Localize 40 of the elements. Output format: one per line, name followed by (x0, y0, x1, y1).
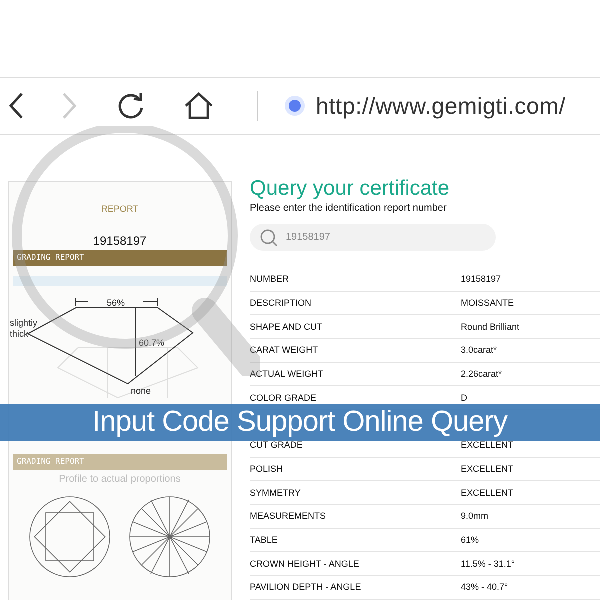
row-value: 11.5% - 31.1° (461, 558, 515, 569)
row-label: POLISH (250, 464, 284, 474)
row-value: 3.0carat* (461, 345, 498, 356)
row-value: 61% (461, 534, 480, 545)
row-value: EXCELLENT (461, 440, 514, 450)
row-label: TABLE (250, 534, 279, 545)
row-label: CROWN HEIGHT - ANGLE (250, 558, 360, 569)
page-subtitle: Please enter the identification report number (250, 203, 448, 214)
row-value: 2.26carat* (461, 369, 502, 380)
report-number: 19158197 (93, 234, 147, 248)
row-value: 9.0mm (461, 511, 489, 522)
row-label: SHAPE AND CUT (250, 322, 324, 332)
row-value: 19158197 (461, 274, 502, 284)
row-label: MEASUREMENTS (250, 511, 328, 522)
site-dot-icon (284, 95, 306, 117)
row-label: COLOR GRADE (250, 392, 318, 403)
row-label: SYMMETRY (250, 488, 302, 498)
address-bar-url[interactable]: http://www.gemigti.com/ (316, 92, 566, 120)
row-value: EXCELLENT (461, 488, 514, 498)
row-value: MOISSANTE (461, 298, 514, 308)
search-icon (260, 228, 278, 246)
row-value: EXCELLENT (461, 464, 514, 474)
page-title: Query your certificate (250, 177, 451, 201)
row-label: PAVILION DEPTH - ANGLE (250, 582, 362, 592)
row-label: DESCRIPTION (250, 298, 313, 308)
profile-caption: Profile to actual proportions (59, 474, 181, 485)
row-label: CARAT WEIGHT (250, 345, 320, 356)
row-label: NUMBER (250, 274, 290, 284)
row-label: ACTUAL WEIGHT (250, 369, 325, 380)
grading-report-band: GRADING REPORT (13, 454, 227, 470)
row-label: CUT GRADE (250, 440, 304, 450)
report-heading: REPORT (101, 204, 139, 214)
row-value: Round Brilliant (461, 322, 520, 332)
row-value: 43% - 40.7° (461, 582, 508, 592)
home-icon[interactable] (184, 91, 214, 121)
promo-banner: Input Code Support Online Query (0, 404, 600, 441)
back-icon[interactable] (8, 92, 24, 120)
grading-report-band: GRADING REPORT (13, 250, 227, 266)
row-value: D (461, 392, 468, 403)
reload-icon[interactable] (116, 91, 146, 121)
